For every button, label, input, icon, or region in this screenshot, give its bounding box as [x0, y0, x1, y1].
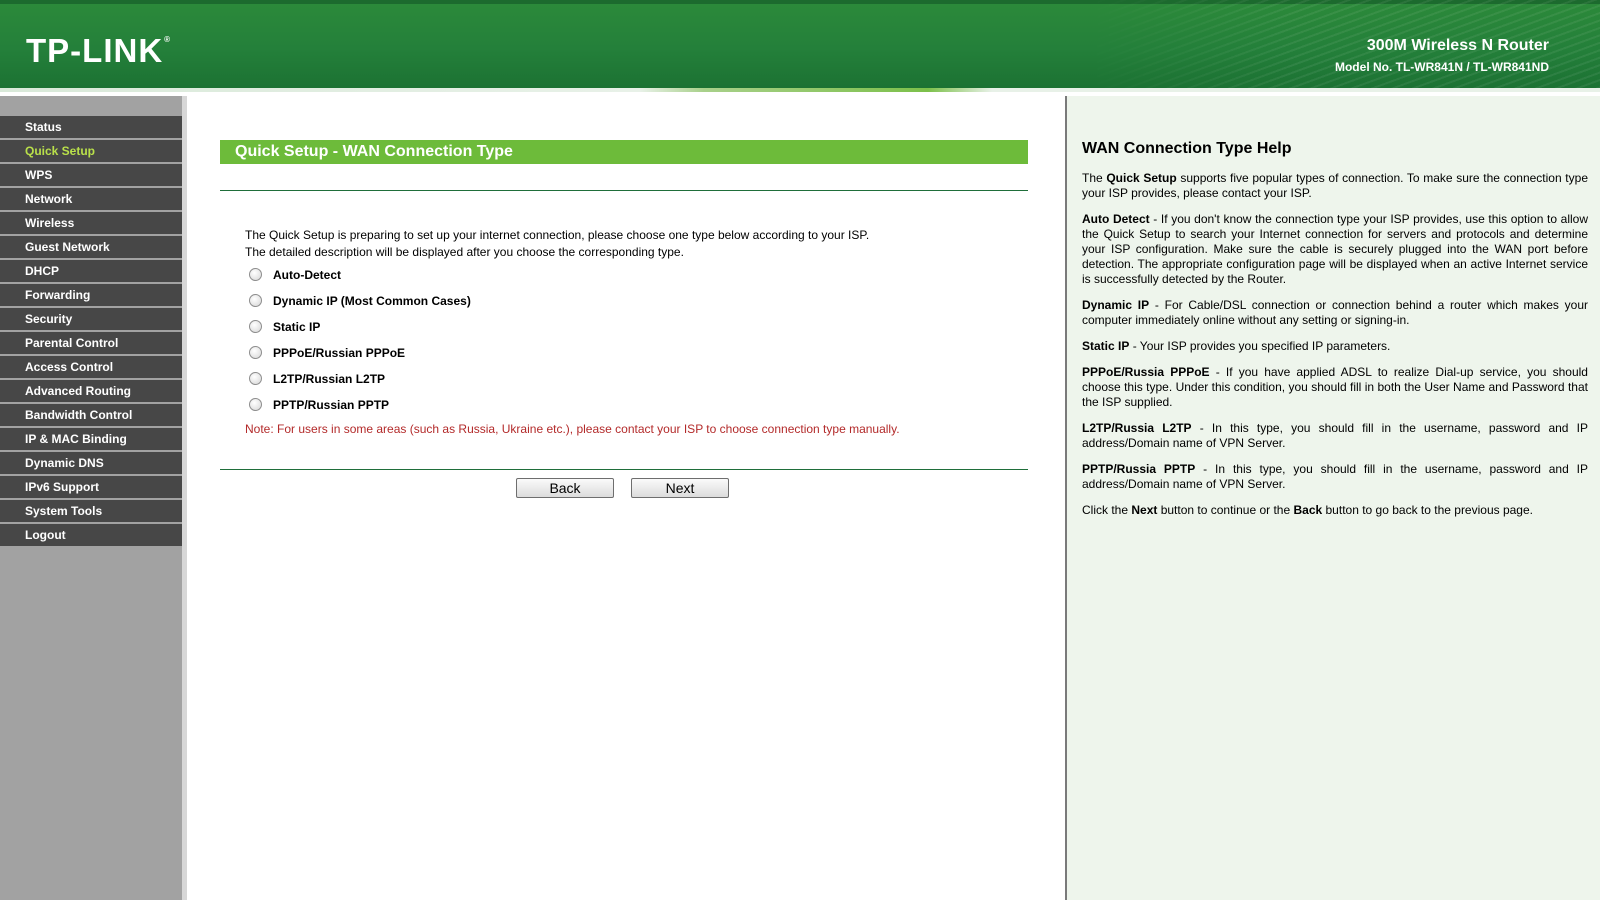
option-auto-detect[interactable]: Auto-Detect — [249, 267, 341, 283]
sidebar-item-forwarding[interactable]: Forwarding — [0, 284, 182, 306]
help-term: Dynamic IP — [1082, 298, 1150, 312]
radio-l2tp[interactable] — [249, 372, 262, 386]
back-button[interactable]: Back — [516, 478, 614, 498]
sidebar-item-security[interactable]: Security — [0, 308, 182, 330]
help-term: Next — [1131, 503, 1158, 517]
help-term: Quick Setup — [1106, 171, 1177, 185]
help-body: The Quick Setup supports five popular ty… — [1082, 171, 1588, 529]
radio-dynamic-ip[interactable] — [249, 294, 262, 308]
sidebar-item-access-control[interactable]: Access Control — [0, 356, 182, 378]
help-text: button to go back to the previous page. — [1322, 503, 1534, 517]
bottom-rule — [220, 469, 1028, 470]
option-static-ip[interactable]: Static IP — [249, 319, 320, 335]
help-term: Back — [1293, 503, 1323, 517]
help-paragraph-auto-detect: Auto Detect - If you don't know the conn… — [1082, 212, 1588, 287]
sidebar-item-system-tools[interactable]: System Tools — [0, 500, 182, 522]
option-label: L2TP/Russian L2TP — [273, 372, 386, 386]
registered-mark: ® — [164, 35, 172, 44]
option-label: PPPoE/Russian PPPoE — [273, 346, 406, 360]
sidebar-item-status[interactable]: Status — [0, 116, 182, 138]
help-term: L2TP/Russia L2TP — [1082, 421, 1192, 435]
help-term: PPPoE/Russia PPPoE — [1082, 365, 1210, 379]
sidebar-item-network[interactable]: Network — [0, 188, 182, 210]
header-bottom-strip — [0, 88, 1600, 92]
option-label: Dynamic IP (Most Common Cases) — [273, 294, 471, 308]
help-title: WAN Connection Type Help — [1082, 140, 1292, 157]
help-paragraph-intro: The Quick Setup supports five popular ty… — [1082, 171, 1588, 201]
sidebar-item-dynamic-dns[interactable]: Dynamic DNS — [0, 452, 182, 474]
option-pppoe[interactable]: PPPoE/Russian PPPoE — [249, 345, 405, 361]
sidebar-item-parental-control[interactable]: Parental Control — [0, 332, 182, 354]
help-text: Click the — [1082, 503, 1132, 517]
radio-auto-detect[interactable] — [249, 268, 262, 282]
help-term: Auto Detect — [1082, 212, 1150, 226]
product-name: 300M Wireless N Router — [1366, 37, 1549, 54]
help-paragraph-navigation: Click the Next button to continue or the… — [1082, 503, 1588, 518]
help-term: Static IP — [1082, 339, 1130, 353]
tp-link-logo: TP-LINK® — [26, 34, 171, 67]
sidebar-item-dhcp[interactable]: DHCP — [0, 260, 182, 282]
radio-static-ip[interactable] — [249, 320, 262, 334]
sidebar-item-advanced-routing[interactable]: Advanced Routing — [0, 380, 182, 402]
sidebar-item-ip-mac-binding[interactable]: IP & MAC Binding — [0, 428, 182, 450]
sidebar-item-guest-network[interactable]: Guest Network — [0, 236, 182, 258]
help-paragraph-pppoe: PPPoE/Russia PPPoE - If you have applied… — [1082, 365, 1588, 410]
intro-text-line-2: The detailed description will be display… — [245, 245, 684, 259]
help-text: The — [1082, 171, 1107, 185]
sidebar-item-wps[interactable]: WPS — [0, 164, 182, 186]
help-term: PPTP/Russia PPTP — [1082, 462, 1196, 476]
help-text: - If you don't know the connection type … — [1082, 212, 1588, 286]
help-text: - Your ISP provides you specified IP par… — [1129, 339, 1391, 353]
next-button[interactable]: Next — [631, 478, 729, 498]
help-paragraph-dynamic-ip: Dynamic IP - For Cable/DSL connection or… — [1082, 298, 1588, 328]
help-paragraph-static-ip: Static IP - Your ISP provides you specif… — [1082, 339, 1588, 354]
sidebar-item-quick-setup[interactable]: Quick Setup — [0, 140, 182, 162]
model-number: Model No. TL-WR841N / TL-WR841ND — [1334, 60, 1549, 74]
radio-pppoe[interactable] — [249, 346, 262, 360]
sidebar-item-ipv6-support[interactable]: IPv6 Support — [0, 476, 182, 498]
option-label: Auto-Detect — [273, 268, 341, 282]
logo-text: TP-LINK — [26, 32, 164, 69]
help-text: button to continue or the — [1157, 503, 1294, 517]
sidebar-item-bandwidth-control[interactable]: Bandwidth Control — [0, 404, 182, 426]
isp-note: Note: For users in some areas (such as R… — [245, 422, 900, 436]
option-l2tp[interactable]: L2TP/Russian L2TP — [249, 371, 385, 387]
help-paragraph-pptp: PPTP/Russia PPTP - In this type, you sho… — [1082, 462, 1588, 492]
help-text: - For Cable/DSL connection or connection… — [1082, 298, 1588, 327]
sidebar-menu: Status Quick Setup WPS Network Wireless … — [0, 96, 182, 900]
intro-text-line-1: The Quick Setup is preparing to set up y… — [245, 228, 870, 242]
radio-pptp[interactable] — [249, 398, 262, 412]
top-rule — [220, 190, 1028, 191]
option-label: Static IP — [273, 320, 321, 334]
page-title: Quick Setup - WAN Connection Type — [220, 140, 1028, 164]
option-pptp[interactable]: PPTP/Russian PPTP — [249, 397, 389, 413]
main-content — [187, 96, 1065, 900]
option-dynamic-ip[interactable]: Dynamic IP (Most Common Cases) — [249, 293, 471, 309]
help-paragraph-l2tp: L2TP/Russia L2TP - In this type, you sho… — [1082, 421, 1588, 451]
header-banner: TP-LINK® 300M Wireless N Router Model No… — [0, 0, 1600, 88]
sidebar-item-logout[interactable]: Logout — [0, 524, 182, 546]
option-label: PPTP/Russian PPTP — [273, 398, 390, 412]
sidebar-item-wireless[interactable]: Wireless — [0, 212, 182, 234]
